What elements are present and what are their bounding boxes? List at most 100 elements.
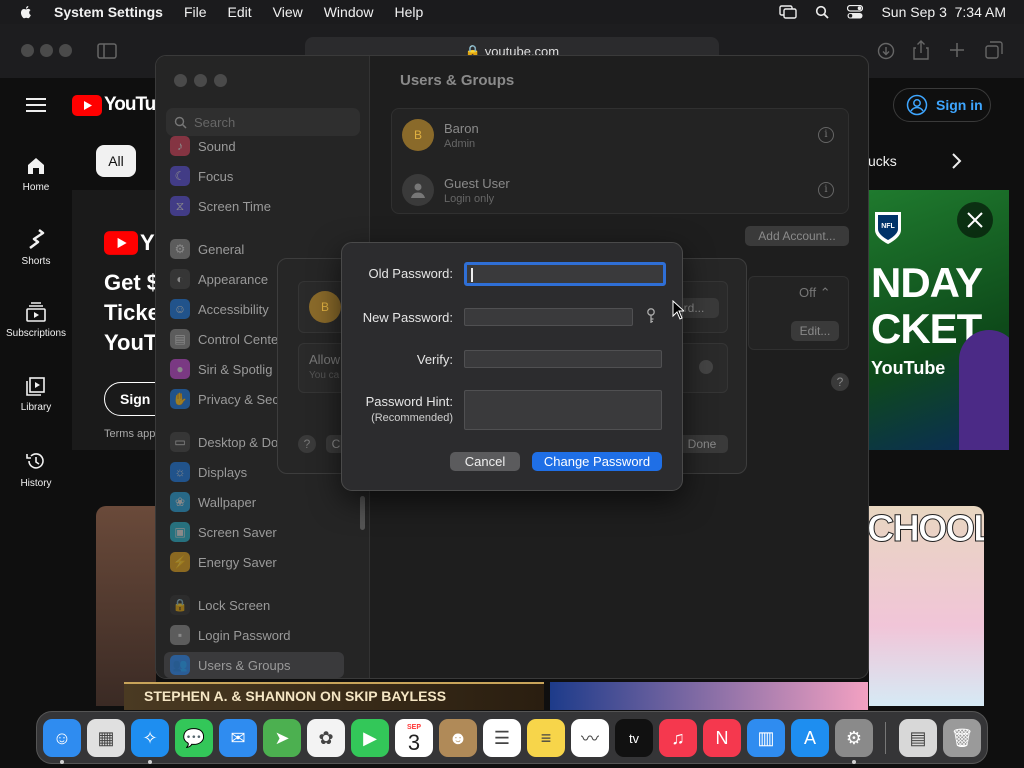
user-row-baron[interactable]: B Baron Admin i bbox=[402, 113, 842, 157]
new-tab-icon[interactable] bbox=[949, 42, 965, 58]
window-zoom-button[interactable] bbox=[59, 44, 72, 57]
allow-toggle[interactable] bbox=[699, 360, 713, 374]
system-settings-icon[interactable]: ⚙ bbox=[835, 719, 873, 757]
verify-field[interactable] bbox=[464, 350, 662, 368]
video-thumbnail-bottom[interactable]: STEPHEN A. & SHANNON ON SKIP BAYLESS bbox=[124, 682, 544, 710]
dock-separator bbox=[885, 722, 886, 754]
app-store-icon[interactable]: A bbox=[791, 719, 829, 757]
sidebar-item-login-password[interactable]: ▪ Login Password bbox=[170, 622, 346, 648]
mouse-cursor-icon bbox=[672, 300, 684, 320]
nav-history[interactable]: History bbox=[0, 450, 72, 489]
menu-clock[interactable]: Sun Sep 3 7:34 AM bbox=[881, 4, 1006, 20]
tab-overview-icon[interactable] bbox=[985, 41, 1003, 59]
facetime-icon[interactable]: ▶ bbox=[351, 719, 389, 757]
youtube-sign-in-button[interactable]: Sign in bbox=[893, 88, 991, 122]
news-icon[interactable]: N bbox=[703, 719, 741, 757]
sidebar-item-screen-time[interactable]: ⧖ Screen Time bbox=[170, 193, 346, 219]
sidebar-item-label: Screen Time bbox=[198, 198, 271, 214]
chevron-right-icon[interactable] bbox=[950, 152, 962, 170]
safari-icon[interactable]: ✧ bbox=[131, 719, 169, 757]
settings-search-field[interactable]: Search bbox=[166, 108, 360, 136]
accessibility-icon: ☺ bbox=[170, 299, 190, 319]
window-close-button[interactable] bbox=[21, 44, 34, 57]
settings-minimize-button[interactable] bbox=[194, 74, 207, 87]
settings-zoom-button[interactable] bbox=[214, 74, 227, 87]
window-minimize-button[interactable] bbox=[40, 44, 53, 57]
screen-mirroring-icon[interactable] bbox=[779, 5, 798, 19]
sheet-done-button[interactable]: Done bbox=[676, 435, 728, 453]
banner-close-button[interactable] bbox=[957, 202, 993, 238]
sidebar-toggle-icon[interactable] bbox=[97, 43, 117, 59]
nav-shorts[interactable]: Shorts bbox=[0, 228, 72, 267]
notes-icon[interactable]: ≡ bbox=[527, 719, 565, 757]
key-icon[interactable] bbox=[646, 308, 656, 324]
control-center-icon[interactable] bbox=[847, 5, 864, 19]
download-icon[interactable] bbox=[877, 42, 895, 60]
shorts-icon bbox=[29, 229, 45, 249]
photos-icon[interactable]: ✿ bbox=[307, 719, 345, 757]
spotlight-search-icon[interactable] bbox=[815, 5, 830, 19]
finder-icon[interactable]: ☺ bbox=[43, 719, 81, 757]
lock-icon: 🔒 bbox=[170, 595, 190, 615]
nav-subscriptions[interactable]: Subscriptions bbox=[0, 302, 72, 339]
sidebar-item-users[interactable]: 👥 Users & Groups bbox=[164, 652, 344, 678]
new-password-field[interactable] bbox=[464, 308, 633, 326]
tv-icon[interactable]: tv bbox=[615, 719, 653, 757]
hamburger-menu-icon[interactable] bbox=[26, 97, 46, 113]
password-hint-field[interactable] bbox=[464, 390, 662, 430]
menu-file[interactable]: File bbox=[184, 4, 207, 20]
sidebar-item-sound[interactable]: ♪ Sound bbox=[170, 133, 346, 159]
sidebar-item-label: Login Password bbox=[198, 627, 291, 643]
edit-button[interactable]: Edit... bbox=[791, 321, 839, 341]
help-button[interactable]: ? bbox=[831, 373, 849, 391]
video-thumbnail-left[interactable] bbox=[96, 506, 156, 706]
sidebar-item-energy[interactable]: ⚡ Energy Saver bbox=[170, 549, 346, 575]
user-row-guest[interactable]: Guest User Login only i bbox=[402, 168, 842, 212]
calendar-icon[interactable]: SEP 3 bbox=[395, 719, 433, 757]
video-thumbnail-right[interactable]: CHOOL bbox=[869, 506, 984, 706]
add-account-button[interactable]: Add Account... bbox=[745, 226, 849, 246]
menu-edit[interactable]: Edit bbox=[228, 4, 252, 20]
auto-login-value[interactable]: Off ⌃ bbox=[799, 285, 831, 301]
info-icon[interactable]: i bbox=[818, 182, 834, 198]
sidebar-item-focus[interactable]: ☾ Focus bbox=[170, 163, 346, 189]
change-password-button[interactable]: Change Password bbox=[532, 452, 662, 471]
mail-icon[interactable]: ✉ bbox=[219, 719, 257, 757]
chip-partial[interactable]: ucks bbox=[868, 145, 908, 177]
sidebar-scrollbar[interactable] bbox=[360, 496, 365, 530]
cancel-button[interactable]: Cancel bbox=[450, 452, 520, 471]
wallpaper-icon: ❀ bbox=[170, 492, 190, 512]
maps-icon[interactable]: ➤ bbox=[263, 719, 301, 757]
sound-icon: ♪ bbox=[170, 136, 190, 156]
share-icon[interactable] bbox=[913, 40, 929, 60]
launchpad-icon[interactable]: ▦ bbox=[87, 719, 125, 757]
freeform-icon[interactable]: 〰 bbox=[571, 719, 609, 757]
menu-help[interactable]: Help bbox=[395, 4, 424, 20]
preview-icon[interactable]: ▤ bbox=[899, 719, 937, 757]
sidebar-item-wallpaper[interactable]: ❀ Wallpaper bbox=[170, 489, 346, 515]
sheet-help-button[interactable]: ? bbox=[298, 435, 316, 453]
reminders-icon[interactable]: ☰ bbox=[483, 719, 521, 757]
menu-app-name[interactable]: System Settings bbox=[54, 4, 163, 20]
trash-icon[interactable]: 🗑 bbox=[943, 719, 981, 757]
close-icon bbox=[967, 212, 983, 228]
chip-all[interactable]: All bbox=[96, 145, 136, 177]
video-thumbnail-mid[interactable] bbox=[550, 682, 868, 710]
info-icon[interactable]: i bbox=[818, 127, 834, 143]
sidebar-item-screen-saver[interactable]: ▣ Screen Saver bbox=[170, 519, 346, 545]
old-password-field[interactable] bbox=[464, 262, 666, 286]
hand-icon: ✋ bbox=[170, 389, 190, 409]
settings-close-button[interactable] bbox=[174, 74, 187, 87]
messages-icon[interactable]: 💬 bbox=[175, 719, 213, 757]
sidebar-item-label: Energy Saver bbox=[198, 554, 277, 570]
apple-logo-icon[interactable] bbox=[18, 4, 34, 20]
menu-view[interactable]: View bbox=[273, 4, 303, 20]
contacts-icon[interactable]: ☻ bbox=[439, 719, 477, 757]
nav-library[interactable]: Library bbox=[0, 376, 72, 413]
music-icon[interactable]: ♫ bbox=[659, 719, 697, 757]
menu-window[interactable]: Window bbox=[324, 4, 374, 20]
keynote-icon[interactable]: ▥ bbox=[747, 719, 785, 757]
allow-label: Allow bbox=[309, 352, 341, 367]
sidebar-item-lock[interactable]: 🔒 Lock Screen bbox=[170, 592, 346, 618]
nav-home[interactable]: Home bbox=[0, 156, 72, 193]
